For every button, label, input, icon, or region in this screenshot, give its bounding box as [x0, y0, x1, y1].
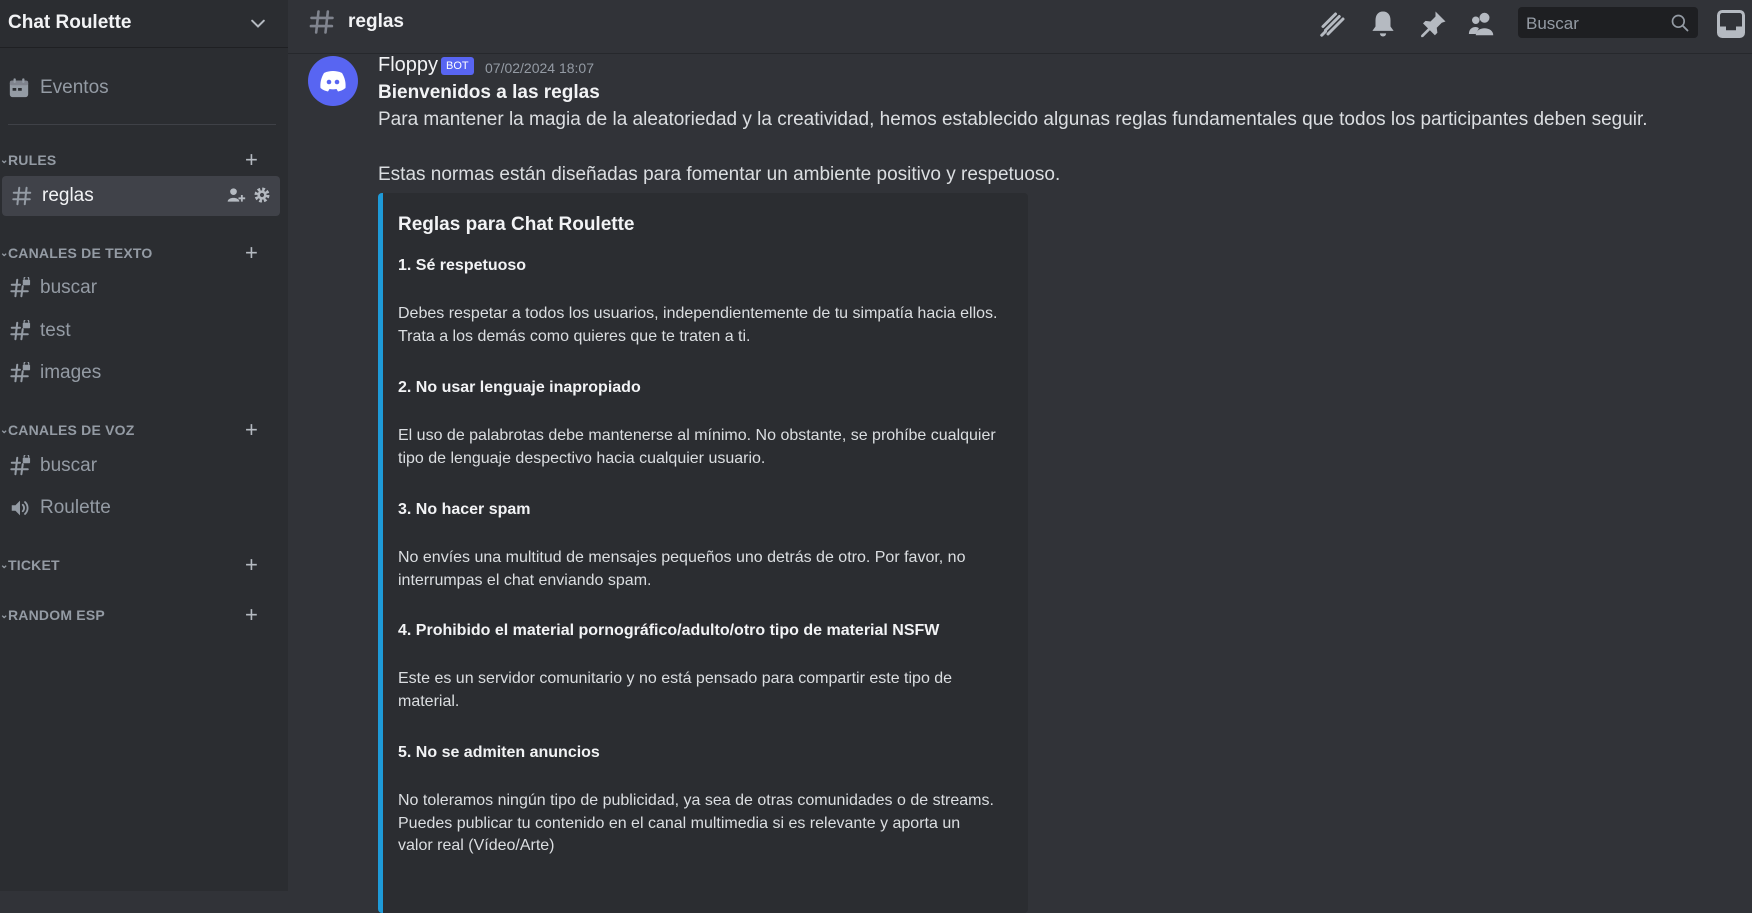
- rule-body: Este es un servidor comunitario y no est…: [398, 670, 953, 710]
- category-label: RULES: [8, 152, 57, 168]
- search-box[interactable]: [1518, 7, 1698, 40]
- add-channel-icon[interactable]: +: [245, 554, 258, 576]
- add-channel-icon[interactable]: +: [245, 242, 258, 264]
- rule-body: El uso de palabrotas debe mantenerse al …: [398, 427, 996, 467]
- threads-icon[interactable]: [1318, 9, 1348, 39]
- add-channel-icon[interactable]: +: [245, 604, 258, 626]
- discord-bot-icon: [320, 71, 346, 92]
- server-name: Chat Roulette: [8, 12, 132, 33]
- message-list: Floppy BOT 07/02/2024 18:07 Bienvenidos …: [288, 54, 1752, 913]
- category-label: CANALES DE VOZ: [8, 422, 135, 438]
- category-label: CANALES DE TEXTO: [8, 245, 153, 261]
- locked-hash-icon: [10, 362, 31, 383]
- rule-body: No envíes una multitud de mensajes peque…: [398, 549, 966, 589]
- sidebar-item-roulette[interactable]: Roulette: [0, 488, 278, 528]
- add-channel-icon[interactable]: +: [245, 149, 258, 171]
- category-text-channels[interactable]: ⌄ CANALES DE TEXTO +: [0, 241, 280, 265]
- locked-hash-icon: [10, 277, 31, 298]
- category-ticket[interactable]: ⌄ TICKET +: [0, 553, 280, 577]
- channel-name: test: [40, 320, 71, 341]
- sidebar-item-events[interactable]: Eventos: [8, 72, 109, 104]
- chevron-down-icon: ⌄: [0, 559, 9, 571]
- chevron-down-icon: ⌄: [0, 424, 9, 436]
- category-voice-channels[interactable]: ⌄ CANALES DE VOZ +: [0, 418, 280, 442]
- sidebar-item-label: Eventos: [40, 77, 109, 98]
- rules-embed: Reglas para Chat Roulette 1. Sé respetuo…: [378, 193, 1028, 913]
- locked-hash-icon: [10, 455, 31, 476]
- message-title: Bienvenidos a las reglas: [378, 82, 600, 103]
- members-icon[interactable]: [1467, 9, 1497, 39]
- bell-icon[interactable]: [1368, 9, 1398, 39]
- inbox-icon[interactable]: [1716, 9, 1746, 39]
- sidebar-item-images[interactable]: images: [0, 353, 278, 393]
- rule-heading: 2. No usar lenguaje inapropiado: [398, 379, 641, 396]
- channel-name: images: [40, 362, 102, 383]
- pin-icon[interactable]: [1418, 9, 1448, 39]
- sidebar-item-reglas[interactable]: reglas: [2, 176, 280, 216]
- add-channel-icon[interactable]: +: [245, 419, 258, 441]
- chevron-down-icon[interactable]: [248, 14, 268, 34]
- gear-icon[interactable]: [252, 185, 272, 205]
- rule-heading: 5. No se admiten anuncios: [398, 744, 600, 761]
- message-text: Estas normas están diseñadas para foment…: [378, 164, 1061, 185]
- sidebar-item-test[interactable]: test: [0, 311, 278, 351]
- rule-heading: 1. Sé respetuoso: [398, 257, 527, 274]
- channel-name: Roulette: [40, 497, 111, 518]
- category-label: TICKET: [8, 557, 60, 573]
- channel-name: buscar: [40, 277, 98, 298]
- search-icon[interactable]: [1670, 13, 1690, 33]
- chevron-down-icon: ⌄: [0, 154, 9, 166]
- hash-icon: [12, 186, 32, 206]
- message-timestamp: 07/02/2024 18:07: [485, 60, 594, 76]
- speaker-icon: [11, 500, 29, 516]
- category-label: RANDOM ESP: [8, 607, 105, 623]
- channel-name: buscar: [40, 455, 98, 476]
- embed-title: Reglas para Chat Roulette: [398, 214, 635, 235]
- bot-badge: BOT: [441, 57, 474, 75]
- rule-heading: 4. Prohibido el material pornográfico/ad…: [398, 622, 940, 639]
- calendar-icon: [9, 78, 29, 98]
- search-input[interactable]: [1518, 7, 1678, 40]
- category-random-esp[interactable]: ⌄ RANDOM ESP +: [0, 603, 280, 627]
- sidebar-item-buscar-voice[interactable]: buscar: [0, 446, 278, 486]
- sidebar-item-buscar[interactable]: buscar: [0, 268, 278, 308]
- message-author[interactable]: Floppy: [378, 54, 438, 77]
- rule-body: No toleramos ningún tipo de publicidad, …: [398, 792, 994, 854]
- chevron-down-icon: ⌄: [0, 609, 9, 621]
- rule-body: Debes respetar a todos los usuarios, ind…: [398, 305, 998, 345]
- sidebar-divider: [8, 124, 276, 125]
- add-member-icon[interactable]: [226, 185, 246, 205]
- channel-name: reglas: [42, 185, 94, 206]
- locked-hash-icon: [10, 320, 31, 341]
- avatar[interactable]: [308, 56, 358, 106]
- channel-sidebar: Chat Roulette Eventos ⌄ RULES + reglas ⌄…: [0, 0, 288, 891]
- hash-icon: [309, 10, 334, 34]
- category-rules[interactable]: ⌄ RULES +: [0, 148, 280, 172]
- chevron-down-icon: ⌄: [0, 247, 9, 259]
- message-text: Para mantener la magia de la aleatorieda…: [378, 109, 1648, 130]
- channel-title: reglas: [348, 11, 404, 32]
- rule-heading: 3. No hacer spam: [398, 501, 531, 518]
- server-header[interactable]: Chat Roulette: [0, 0, 288, 48]
